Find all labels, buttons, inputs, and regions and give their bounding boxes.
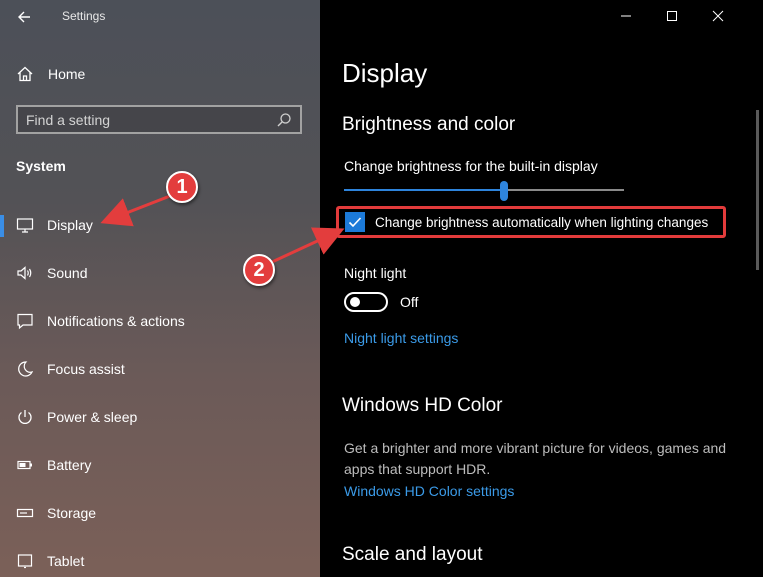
scrollbar[interactable] (756, 110, 759, 270)
maximize-icon (667, 11, 677, 21)
sidebar-titlebar: Settings (0, 0, 320, 34)
sidebar: Settings Home Find a setting System Disp… (0, 0, 320, 577)
close-icon (712, 10, 724, 22)
slider-thumb[interactable] (499, 181, 508, 201)
sidebar-item-label: Power & sleep (47, 409, 138, 425)
sidebar-item-battery[interactable]: Battery (0, 445, 320, 485)
hd-color-description: Get a brighter and more vibrant picture … (344, 440, 727, 477)
scale-layout-heading: Scale and layout (342, 544, 483, 565)
back-arrow-icon (18, 11, 30, 23)
minimize-icon (621, 15, 631, 17)
minimize-button[interactable] (603, 0, 649, 32)
toggle-knob (350, 297, 360, 307)
moon-icon (18, 361, 34, 377)
search-placeholder: Find a setting (26, 111, 111, 128)
sidebar-item-label: Display (47, 217, 93, 233)
sidebar-item-label: Storage (47, 505, 97, 521)
brightness-heading: Brightness and color (342, 114, 516, 135)
power-icon (18, 410, 32, 424)
slider-fill (344, 189, 504, 191)
section-title-system: System (16, 158, 66, 174)
sidebar-item-storage[interactable]: Storage (0, 493, 320, 533)
sidebar-item-label: Focus assist (47, 361, 125, 377)
auto-brightness-option[interactable]: Change brightness automatically when lig… (336, 206, 726, 238)
hd-color-settings-link[interactable]: Windows HD Color settings (344, 483, 514, 499)
night-light-state: Off (400, 294, 419, 310)
annotation-badge-1: 1 (166, 171, 198, 203)
night-light-settings-link[interactable]: Night light settings (344, 330, 458, 346)
back-button[interactable] (14, 6, 36, 28)
night-light-label: Night light (344, 265, 407, 281)
night-light-toggle[interactable] (344, 292, 388, 312)
maximize-button[interactable] (649, 0, 695, 32)
home-icon (17, 66, 33, 82)
night-light-toggle-row: Off (344, 292, 418, 312)
hd-color-heading: Windows HD Color (342, 395, 503, 416)
monitor-icon (16, 218, 34, 233)
close-button[interactable] (695, 0, 741, 32)
speaker-icon (17, 266, 32, 280)
search-input[interactable]: Find a setting (16, 105, 302, 134)
sidebar-item-label: Tablet (47, 553, 85, 569)
checkmark-icon (348, 217, 362, 228)
page-title: Display (342, 58, 428, 88)
sidebar-item-notifications[interactable]: Notifications & actions (0, 301, 320, 341)
auto-brightness-checkbox[interactable] (345, 212, 365, 232)
auto-brightness-label: Change brightness automatically when lig… (375, 214, 709, 230)
battery-icon (17, 460, 32, 470)
brightness-slider[interactable] (344, 181, 624, 201)
brightness-label: Change brightness for the built-in displ… (344, 158, 598, 174)
sidebar-item-power-sleep[interactable]: Power & sleep (0, 397, 320, 437)
annotation-badge-2: 2 (243, 254, 275, 286)
storage-icon (16, 508, 34, 518)
sidebar-item-focus-assist[interactable]: Focus assist (0, 349, 320, 389)
notification-icon (17, 313, 33, 330)
sidebar-item-display[interactable]: Display (0, 205, 320, 245)
home-label: Home (48, 66, 86, 82)
tablet-icon (17, 554, 33, 569)
search-icon[interactable] (276, 112, 292, 128)
app-title: Settings (62, 9, 106, 23)
sidebar-item-label: Sound (47, 265, 88, 281)
sidebar-item-label: Battery (47, 457, 92, 473)
main-content: Display Brightness and color Change brig… (320, 0, 763, 577)
home-nav-item[interactable]: Home (16, 62, 296, 86)
sidebar-item-label: Notifications & actions (47, 313, 185, 329)
sidebar-item-tablet[interactable]: Tablet (0, 541, 320, 577)
